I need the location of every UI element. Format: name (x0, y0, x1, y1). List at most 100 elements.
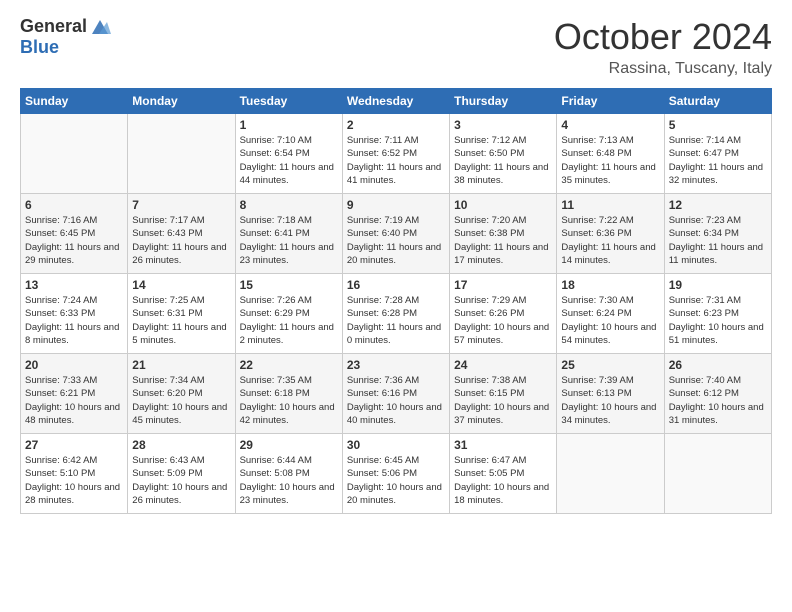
day-info: Sunrise: 7:10 AM Sunset: 6:54 PM Dayligh… (240, 134, 338, 187)
day-number: 15 (240, 278, 338, 292)
day-info: Sunrise: 7:26 AM Sunset: 6:29 PM Dayligh… (240, 294, 338, 347)
day-info: Sunrise: 7:14 AM Sunset: 6:47 PM Dayligh… (669, 134, 767, 187)
day-info: Sunrise: 6:42 AM Sunset: 5:10 PM Dayligh… (25, 454, 123, 507)
day-number: 28 (132, 438, 230, 452)
calendar-cell: 16 Sunrise: 7:28 AM Sunset: 6:28 PM Dayli… (342, 274, 449, 354)
day-number: 1 (240, 118, 338, 132)
day-number: 14 (132, 278, 230, 292)
day-number: 7 (132, 198, 230, 212)
day-info: Sunrise: 7:40 AM Sunset: 6:12 PM Dayligh… (669, 374, 767, 427)
day-info: Sunrise: 6:45 AM Sunset: 5:06 PM Dayligh… (347, 454, 445, 507)
day-info: Sunrise: 7:19 AM Sunset: 6:40 PM Dayligh… (347, 214, 445, 267)
calendar-cell (557, 434, 664, 514)
calendar-table: Sunday Monday Tuesday Wednesday Thursday… (20, 88, 772, 514)
day-number: 13 (25, 278, 123, 292)
day-number: 3 (454, 118, 552, 132)
day-info: Sunrise: 7:13 AM Sunset: 6:48 PM Dayligh… (561, 134, 659, 187)
calendar-cell: 31Sunrise: 6:47 AM Sunset: 5:05 PM Dayli… (450, 434, 557, 514)
day-number: 5 (669, 118, 767, 132)
calendar-cell: 20 Sunrise: 7:33 AM Sunset: 6:21 PM Dayli… (21, 354, 128, 434)
calendar-cell: 17 Sunrise: 7:29 AM Sunset: 6:26 PM Dayli… (450, 274, 557, 354)
day-info: Sunrise: 7:12 AM Sunset: 6:50 PM Dayligh… (454, 134, 552, 187)
day-info: Sunrise: 7:28 AM Sunset: 6:28 PM Dayligh… (347, 294, 445, 347)
calendar-week-4: 20 Sunrise: 7:33 AM Sunset: 6:21 PM Dayli… (21, 354, 772, 434)
calendar-cell: 10 Sunrise: 7:20 AM Sunset: 6:38 PM Dayli… (450, 194, 557, 274)
day-number: 22 (240, 358, 338, 372)
calendar-cell: 12 Sunrise: 7:23 AM Sunset: 6:34 PM Dayli… (664, 194, 771, 274)
day-number: 11 (561, 198, 659, 212)
day-info: Sunrise: 7:36 AM Sunset: 6:16 PM Dayligh… (347, 374, 445, 427)
day-number: 23 (347, 358, 445, 372)
calendar-cell: 14 Sunrise: 7:25 AM Sunset: 6:31 PM Dayli… (128, 274, 235, 354)
day-number: 26 (669, 358, 767, 372)
calendar-cell: 13 Sunrise: 7:24 AM Sunset: 6:33 PM Dayli… (21, 274, 128, 354)
day-info: Sunrise: 6:47 AM Sunset: 5:05 PM Dayligh… (454, 454, 552, 507)
day-number: 12 (669, 198, 767, 212)
calendar-cell: 30 Sunrise: 6:45 AM Sunset: 5:06 PM Dayli… (342, 434, 449, 514)
day-number: 8 (240, 198, 338, 212)
day-number: 6 (25, 198, 123, 212)
calendar-cell: 23 Sunrise: 7:36 AM Sunset: 6:16 PM Dayli… (342, 354, 449, 434)
calendar-cell: 5 Sunrise: 7:14 AM Sunset: 6:47 PM Daylig… (664, 114, 771, 194)
calendar-title: October 2024 (554, 16, 772, 58)
header-monday: Monday (128, 89, 235, 114)
calendar-cell (21, 114, 128, 194)
day-number: 30 (347, 438, 445, 452)
logo: General Blue (20, 16, 111, 58)
day-info: Sunrise: 7:39 AM Sunset: 6:13 PM Dayligh… (561, 374, 659, 427)
calendar-cell: 8Sunrise: 7:18 AM Sunset: 6:41 PM Daylig… (235, 194, 342, 274)
calendar-cell: 7 Sunrise: 7:17 AM Sunset: 6:43 PM Daylig… (128, 194, 235, 274)
day-info: Sunrise: 7:30 AM Sunset: 6:24 PM Dayligh… (561, 294, 659, 347)
calendar-cell: 9Sunrise: 7:19 AM Sunset: 6:40 PM Daylig… (342, 194, 449, 274)
logo-general: General (20, 17, 87, 37)
logo-icon (89, 16, 111, 38)
day-number: 29 (240, 438, 338, 452)
day-info: Sunrise: 7:25 AM Sunset: 6:31 PM Dayligh… (132, 294, 230, 347)
day-number: 20 (25, 358, 123, 372)
calendar-cell: 29 Sunrise: 6:44 AM Sunset: 5:08 PM Dayli… (235, 434, 342, 514)
header-tuesday: Tuesday (235, 89, 342, 114)
calendar-cell: 25Sunrise: 7:39 AM Sunset: 6:13 PM Dayli… (557, 354, 664, 434)
header-saturday: Saturday (664, 89, 771, 114)
calendar-cell: 24 Sunrise: 7:38 AM Sunset: 6:15 PM Dayli… (450, 354, 557, 434)
calendar-cell: 21Sunrise: 7:34 AM Sunset: 6:20 PM Dayli… (128, 354, 235, 434)
logo-blue: Blue (20, 38, 59, 58)
calendar-cell: 27 Sunrise: 6:42 AM Sunset: 5:10 PM Dayli… (21, 434, 128, 514)
day-info: Sunrise: 7:23 AM Sunset: 6:34 PM Dayligh… (669, 214, 767, 267)
calendar-cell: 11Sunrise: 7:22 AM Sunset: 6:36 PM Dayli… (557, 194, 664, 274)
day-info: Sunrise: 7:17 AM Sunset: 6:43 PM Dayligh… (132, 214, 230, 267)
calendar-week-1: 1 Sunrise: 7:10 AM Sunset: 6:54 PM Daylig… (21, 114, 772, 194)
day-info: Sunrise: 7:38 AM Sunset: 6:15 PM Dayligh… (454, 374, 552, 427)
calendar-week-2: 6 Sunrise: 7:16 AM Sunset: 6:45 PM Daylig… (21, 194, 772, 274)
day-number: 4 (561, 118, 659, 132)
calendar-cell: 2Sunrise: 7:11 AM Sunset: 6:52 PM Daylig… (342, 114, 449, 194)
day-number: 17 (454, 278, 552, 292)
calendar-cell: 26 Sunrise: 7:40 AM Sunset: 6:12 PM Dayli… (664, 354, 771, 434)
day-info: Sunrise: 7:29 AM Sunset: 6:26 PM Dayligh… (454, 294, 552, 347)
calendar-subtitle: Rassina, Tuscany, Italy (554, 60, 772, 78)
day-info: Sunrise: 7:33 AM Sunset: 6:21 PM Dayligh… (25, 374, 123, 427)
calendar-week-5: 27 Sunrise: 6:42 AM Sunset: 5:10 PM Dayli… (21, 434, 772, 514)
day-info: Sunrise: 7:31 AM Sunset: 6:23 PM Dayligh… (669, 294, 767, 347)
day-number: 19 (669, 278, 767, 292)
calendar-cell (664, 434, 771, 514)
day-info: Sunrise: 7:16 AM Sunset: 6:45 PM Dayligh… (25, 214, 123, 267)
day-number: 24 (454, 358, 552, 372)
calendar-week-3: 13 Sunrise: 7:24 AM Sunset: 6:33 PM Dayli… (21, 274, 772, 354)
day-number: 16 (347, 278, 445, 292)
calendar-cell: 15 Sunrise: 7:26 AM Sunset: 6:29 PM Dayli… (235, 274, 342, 354)
day-info: Sunrise: 6:43 AM Sunset: 5:09 PM Dayligh… (132, 454, 230, 507)
day-number: 27 (25, 438, 123, 452)
day-info: Sunrise: 7:24 AM Sunset: 6:33 PM Dayligh… (25, 294, 123, 347)
day-number: 10 (454, 198, 552, 212)
calendar-cell: 28 Sunrise: 6:43 AM Sunset: 5:09 PM Dayli… (128, 434, 235, 514)
day-info: Sunrise: 7:35 AM Sunset: 6:18 PM Dayligh… (240, 374, 338, 427)
calendar-cell: 6 Sunrise: 7:16 AM Sunset: 6:45 PM Daylig… (21, 194, 128, 274)
day-info: Sunrise: 7:20 AM Sunset: 6:38 PM Dayligh… (454, 214, 552, 267)
calendar-cell: 4 Sunrise: 7:13 AM Sunset: 6:48 PM Daylig… (557, 114, 664, 194)
header-row: Sunday Monday Tuesday Wednesday Thursday… (21, 89, 772, 114)
day-info: Sunrise: 6:44 AM Sunset: 5:08 PM Dayligh… (240, 454, 338, 507)
header: General Blue October 2024 Rassina, Tusca… (20, 16, 772, 78)
header-thursday: Thursday (450, 89, 557, 114)
day-info: Sunrise: 7:34 AM Sunset: 6:20 PM Dayligh… (132, 374, 230, 427)
